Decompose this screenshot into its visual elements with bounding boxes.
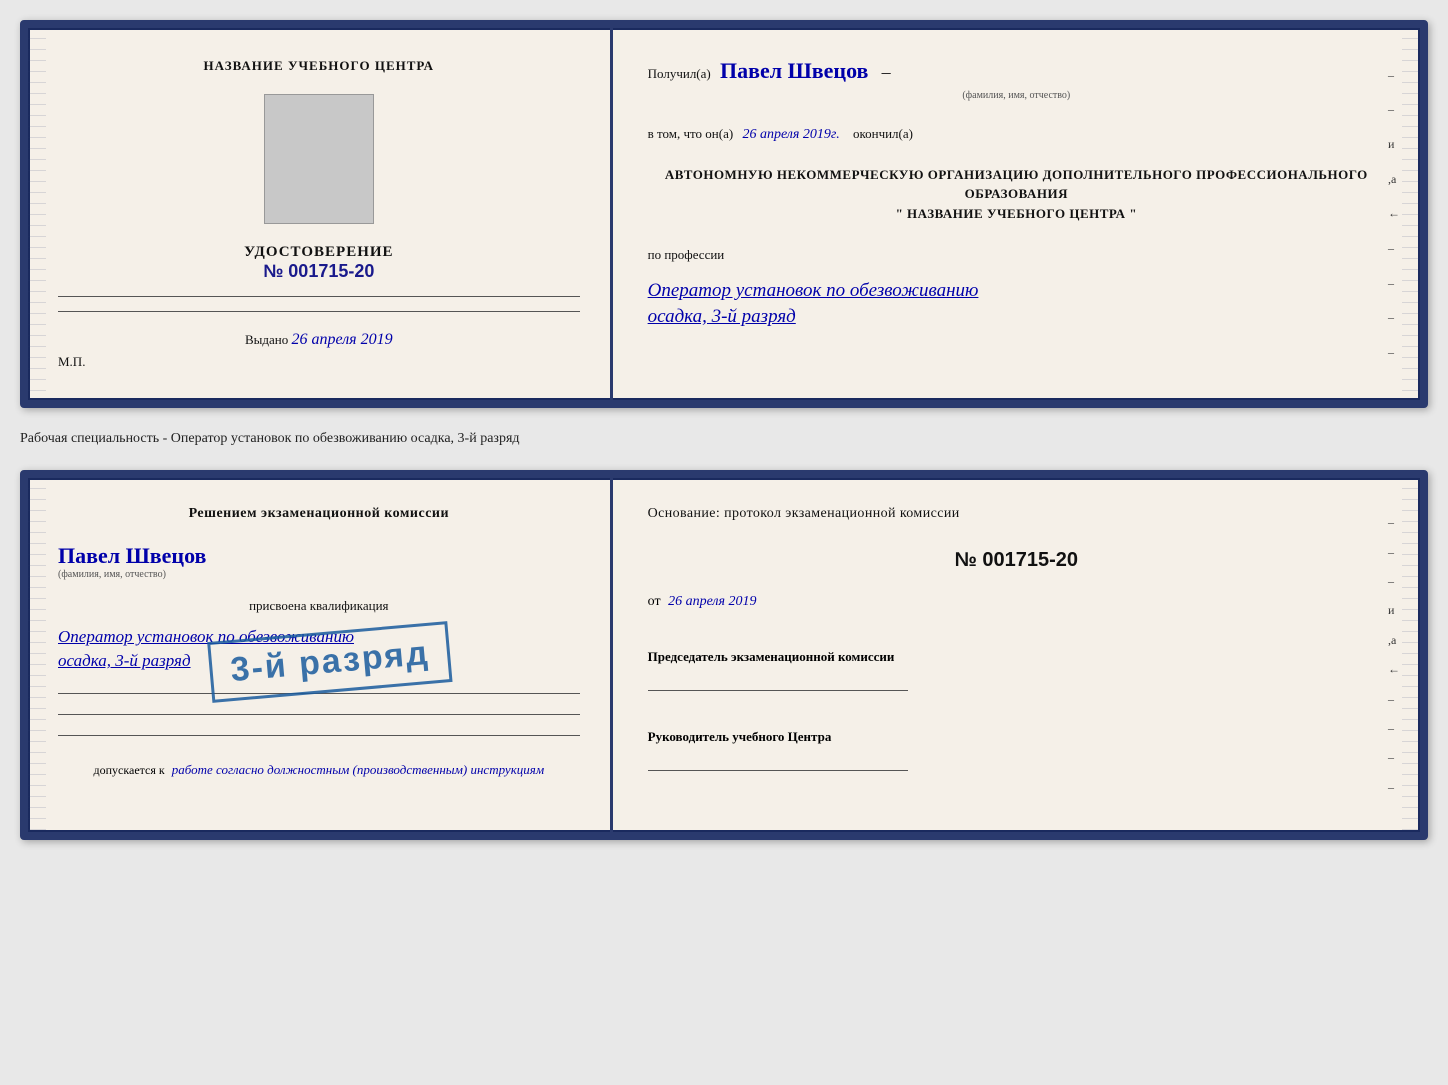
doc2-lines-block xyxy=(58,689,580,740)
document-1: НАЗВАНИЕ УЧЕБНОГО ЦЕНТРА УДОСТОВЕРЕНИЕ №… xyxy=(20,20,1428,408)
doc2-person-block: Павел Швецов (фамилия, имя, отчество) xyxy=(58,543,580,580)
doc2-fio-hint: (фамилия, имя, отчество) xyxy=(58,569,580,580)
doc1-in-that-label: в том, что он(а) xyxy=(648,126,734,141)
doc2-basis-row: Основание: протокол экзаменационной коми… xyxy=(648,503,1385,525)
doc1-dash: – xyxy=(882,62,891,82)
doc1-issued-label: Выдано xyxy=(245,332,288,347)
separator-text: Рабочая специальность - Оператор установ… xyxy=(20,426,1428,452)
doc2-date-value: 26 апреля 2019 xyxy=(668,594,756,609)
doc2-left-panel: Решением экзаменационной комиссии Павел … xyxy=(28,478,613,832)
doc1-received-label: Получил(а) xyxy=(648,66,711,81)
doc1-profession-line2: осадка, 3-й разряд xyxy=(648,306,1385,328)
doc2-qualification-block: Оператор установок по обезвоживанию осад… xyxy=(58,627,580,671)
doc2-date-row: от 26 апреля 2019 xyxy=(648,594,1385,610)
doc2-allowed-row: допускается к работе согласно должностны… xyxy=(93,762,544,778)
doc1-date-handwritten: 26 апреля 2019г. xyxy=(742,127,839,142)
doc2-protocol-number: № 001715-20 xyxy=(648,549,1385,572)
doc2-decision-label: Решением экзаменационной комиссии xyxy=(189,503,449,525)
doc2-right-panel: Основание: протокол экзаменационной коми… xyxy=(613,478,1420,832)
doc1-cert-label: УДОСТОВЕРЕНИЕ xyxy=(244,244,394,261)
doc1-received-row: Получил(а) Павел Швецов – (фамилия, имя,… xyxy=(648,53,1385,104)
doc1-line1 xyxy=(58,296,580,297)
doc2-assigned-label: присвоена квалификация xyxy=(249,596,388,617)
doc1-issued-date: 26 апреля 2019 xyxy=(292,331,393,348)
page-wrapper: НАЗВАНИЕ УЧЕБНОГО ЦЕНТРА УДОСТОВЕРЕНИЕ №… xyxy=(20,20,1428,840)
doc1-left-panel: НАЗВАНИЕ УЧЕБНОГО ЦЕНТРА УДОСТОВЕРЕНИЕ №… xyxy=(28,28,613,400)
doc2-chairman-label: Председатель экзаменационной комиссии xyxy=(648,649,928,665)
doc2-qual-line2: осадка, 3-й разряд xyxy=(58,651,580,671)
document-2: Решением экзаменационной комиссии Павел … xyxy=(20,470,1428,840)
doc1-in-that-row: в том, что он(а) 26 апреля 2019г. окончи… xyxy=(648,124,1385,146)
doc2-head-label: Руководитель учебного Центра xyxy=(648,729,1385,745)
doc1-org-block: АВТОНОМНУЮ НЕКОММЕРЧЕСКУЮ ОРГАНИЗАЦИЮ ДО… xyxy=(648,165,1385,224)
doc2-person-name: Павел Швецов xyxy=(58,543,580,569)
doc1-profession-line1: Оператор установок по обезвоживанию осад… xyxy=(648,280,1385,328)
doc1-recipient-name: Павел Швецов xyxy=(720,58,868,83)
doc1-right-panel: Получил(а) Павел Швецов – (фамилия, имя,… xyxy=(613,28,1420,400)
doc2-chairman-block: Председатель экзаменационной комиссии xyxy=(648,649,1385,695)
doc2-head-block: Руководитель учебного Центра xyxy=(648,729,1385,775)
doc1-issued-line: Выдано 26 апреля 2019 xyxy=(245,331,393,349)
doc1-line2 xyxy=(58,311,580,312)
doc1-photo xyxy=(264,94,374,224)
doc1-cert-number: № 001715-20 xyxy=(244,261,394,282)
doc1-center-title: НАЗВАНИЕ УЧЕБНОГО ЦЕНТРА xyxy=(204,58,435,74)
doc1-mp: М.П. xyxy=(58,354,85,370)
doc2-allowed-text: работе согласно должностным (производств… xyxy=(172,762,544,777)
doc1-finished-label: окончил(а) xyxy=(853,126,913,141)
doc1-side-chars: – – и ,а ← – – – – xyxy=(1388,58,1400,370)
doc1-profession-label: по профессии xyxy=(648,245,1385,266)
doc1-fio-hint: (фамилия, имя, отчество) xyxy=(648,88,1385,104)
doc2-qual-line1: Оператор установок по обезвоживанию xyxy=(58,627,580,647)
doc2-side-chars: – – – и ,а ← – – – – xyxy=(1388,508,1400,802)
